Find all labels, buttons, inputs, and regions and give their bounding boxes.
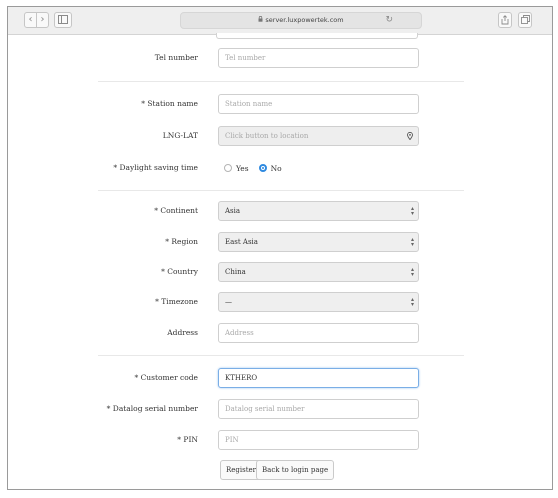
form-actions: Register Back to login page xyxy=(8,460,552,480)
daylight-no-label: No xyxy=(270,163,282,173)
region-row: * Region East Asia ▴ ▾ xyxy=(8,232,552,252)
section-divider xyxy=(98,190,464,191)
forward-button[interactable]: › xyxy=(36,12,49,28)
tel-number-input[interactable]: Tel number xyxy=(218,48,419,68)
tel-number-label: Tel number xyxy=(154,53,198,62)
lock-icon xyxy=(258,16,263,22)
continent-row: * Continent Asia ▴ ▾ xyxy=(8,201,552,221)
lng-lat-row: LNG-LAT Click button to location xyxy=(8,126,552,146)
registration-form: Tel number Tel number * Station name Sta… xyxy=(8,33,552,489)
tabs-overview-button[interactable] xyxy=(518,12,532,28)
reload-icon[interactable]: ↻ xyxy=(385,13,393,28)
daylight-yes-label: Yes xyxy=(236,163,249,173)
daylight-yes-option[interactable]: Yes xyxy=(224,164,249,173)
previous-input-field[interactable] xyxy=(216,33,418,39)
continent-select[interactable]: Asia ▴ ▾ xyxy=(218,201,419,221)
radio-unchecked-icon[interactable] xyxy=(224,164,232,172)
address-input[interactable]: Address xyxy=(218,323,419,343)
daylight-saving-radio-group: Yes No xyxy=(224,158,292,178)
select-caret-icon: ▴ ▾ xyxy=(410,266,414,278)
address-row: Address Address xyxy=(8,323,552,343)
url-text: server.luxpowertek.com xyxy=(265,16,344,24)
timezone-row: * Timezone — ▴ ▾ xyxy=(8,292,552,312)
section-divider xyxy=(98,81,464,82)
region-label: * Region xyxy=(165,237,198,246)
timezone-value: — xyxy=(225,298,232,306)
timezone-label: * Timezone xyxy=(155,297,198,306)
sidebar-toggle-button[interactable] xyxy=(54,12,72,28)
country-label: * Country xyxy=(161,267,198,276)
station-name-label: * Station name xyxy=(141,99,198,108)
section-divider xyxy=(98,355,464,356)
pin-input[interactable]: PIN xyxy=(218,430,419,450)
timezone-select[interactable]: — ▴ ▾ xyxy=(218,292,419,312)
country-value: China xyxy=(225,268,246,276)
station-name-row: * Station name Station name xyxy=(8,94,552,114)
datalog-serial-label: * Datalog serial number xyxy=(106,404,198,413)
continent-value: Asia xyxy=(225,207,241,215)
select-caret-icon: ▴ ▾ xyxy=(410,296,414,308)
browser-window: ‹ › server.luxpowertek.com ↻ Tel number … xyxy=(7,6,553,490)
sidebar-icon xyxy=(58,15,68,24)
lng-lat-input[interactable]: Click button to location xyxy=(218,126,419,146)
lng-lat-placeholder: Click button to location xyxy=(225,132,309,140)
tabs-icon xyxy=(520,15,530,24)
country-row: * Country China ▴ ▾ xyxy=(8,262,552,282)
pin-row: * PIN PIN xyxy=(8,430,552,450)
map-pin-icon[interactable] xyxy=(407,132,413,140)
datalog-serial-row: * Datalog serial number Datalog serial n… xyxy=(8,399,552,419)
address-label: Address xyxy=(167,328,198,337)
address-bar[interactable]: server.luxpowertek.com ↻ xyxy=(180,12,422,29)
pin-label: * PIN xyxy=(177,435,198,444)
customer-code-input[interactable]: KTHERO xyxy=(218,368,419,388)
share-icon xyxy=(501,15,509,25)
select-caret-icon: ▴ ▾ xyxy=(410,236,414,248)
station-name-input[interactable]: Station name xyxy=(218,94,419,114)
region-select[interactable]: East Asia ▴ ▾ xyxy=(218,232,419,252)
customer-code-row: * Customer code KTHERO xyxy=(8,368,552,388)
continent-label: * Continent xyxy=(154,206,198,215)
customer-code-label: * Customer code xyxy=(134,373,198,382)
datalog-serial-input[interactable]: Datalog serial number xyxy=(218,399,419,419)
radio-checked-icon[interactable] xyxy=(258,164,267,172)
daylight-saving-row: * Daylight saving time Yes No xyxy=(8,158,552,178)
share-button[interactable] xyxy=(498,12,512,28)
tel-number-row: Tel number Tel number xyxy=(8,48,552,68)
back-to-login-button[interactable]: Back to login page xyxy=(256,460,335,480)
country-select[interactable]: China ▴ ▾ xyxy=(218,262,419,282)
lng-lat-label: LNG-LAT xyxy=(162,131,198,140)
browser-toolbar: ‹ › server.luxpowertek.com ↻ xyxy=(8,7,552,35)
daylight-saving-label: * Daylight saving time xyxy=(113,163,198,172)
daylight-no-option[interactable]: No xyxy=(258,163,282,173)
region-value: East Asia xyxy=(225,238,258,246)
select-caret-icon: ▴ ▾ xyxy=(410,205,414,217)
